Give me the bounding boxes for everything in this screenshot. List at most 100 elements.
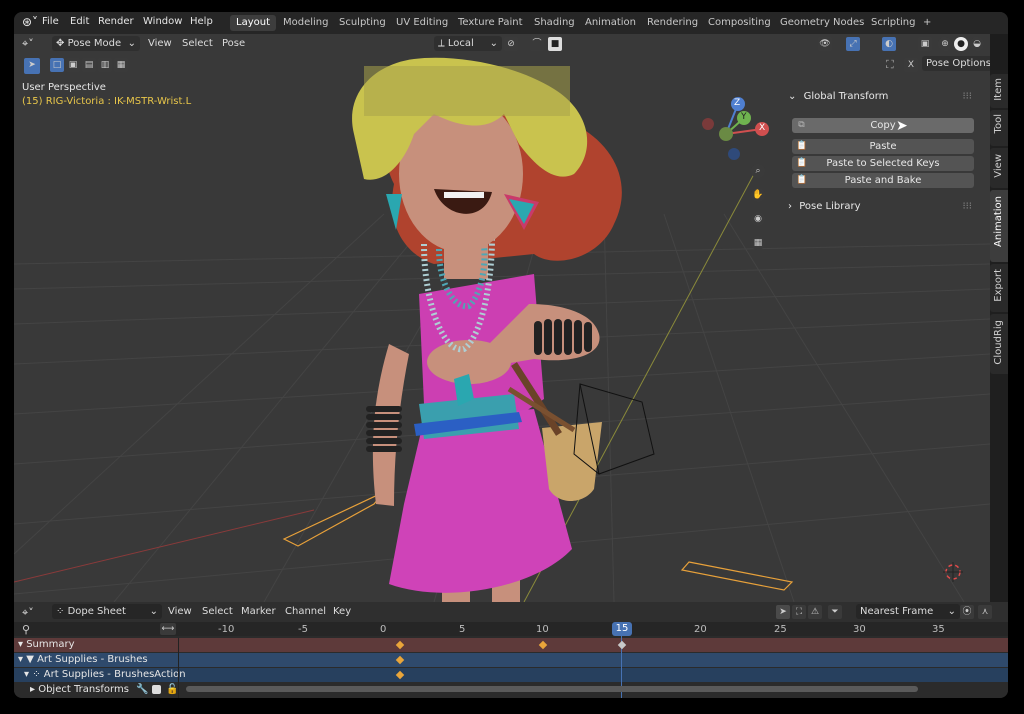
select-invert-icon[interactable]: ▥: [98, 58, 112, 72]
chevron-down-icon: ▾: [18, 654, 27, 665]
snapping-dropdown[interactable]: Nearest Frame ⌄: [856, 604, 960, 619]
select-box-icon[interactable]: ⛶: [792, 605, 806, 619]
filter-icon[interactable]: ⏷: [828, 605, 842, 619]
select-intersect-icon[interactable]: ▦: [114, 58, 128, 72]
sync-icon[interactable]: ⟷: [160, 623, 176, 635]
proportional-icon[interactable]: ■: [548, 37, 562, 51]
menu-channel[interactable]: Channel: [285, 606, 326, 617]
tab-scripting[interactable]: Scripting: [865, 15, 921, 31]
menu-pose[interactable]: Pose: [222, 38, 245, 49]
proportional-edit-icon[interactable]: ⦿: [960, 605, 974, 619]
chevron-right-icon: ▸: [30, 684, 39, 695]
tab-item[interactable]: Item: [990, 74, 1008, 108]
menu-select[interactable]: Select: [182, 38, 213, 49]
tab-sculpting[interactable]: Sculpting: [333, 15, 392, 31]
tab-rendering[interactable]: Rendering: [641, 15, 704, 31]
blender-window: ⊛˅ File Edit Render Window Help Layout M…: [14, 12, 1008, 698]
falloff-icon[interactable]: ⋏: [978, 605, 992, 619]
mode-dropdown[interactable]: ✥ Pose Mode ⌄: [52, 36, 140, 51]
tab-modeling[interactable]: Modeling: [277, 15, 335, 31]
channel-row-action[interactable]: ▾ ⁘ Art Supplies - BrushesAction: [14, 668, 1008, 682]
search-icon[interactable]: ⚲: [22, 623, 30, 636]
menu-edit[interactable]: Edit: [70, 16, 89, 27]
copy-button[interactable]: ⧉ Copy: [792, 118, 974, 133]
menu-file[interactable]: File: [42, 16, 59, 27]
action-icon: ⁘: [32, 669, 44, 680]
wireframe-shading-icon[interactable]: ⊕: [938, 37, 952, 51]
menu-view[interactable]: View: [168, 606, 192, 617]
3d-viewport[interactable]: Z Y X ⌕ ✋ ◉ ▦ ⌖˅ ✥ Pose Mode ⌄ View Selec…: [14, 34, 990, 602]
select-extend-icon[interactable]: ▣: [66, 58, 80, 72]
solid-shading-icon[interactable]: ●: [954, 37, 968, 51]
dope-sheet-editor[interactable]: ⌖˅ ⁘ Dope Sheet ⌄ View Select Marker Chan…: [14, 602, 1008, 698]
blender-logo-icon[interactable]: ⊛˅: [22, 15, 44, 29]
select-subtract-icon[interactable]: ▤: [82, 58, 96, 72]
gizmo-x-label[interactable]: X: [759, 123, 765, 133]
tab-texture-paint[interactable]: Texture Paint: [452, 15, 529, 31]
tab-uv-editing[interactable]: UV Editing: [390, 15, 454, 31]
menu-view[interactable]: View: [148, 38, 172, 49]
dope-sheet-mode-dropdown[interactable]: ⁘ Dope Sheet ⌄: [52, 604, 162, 619]
editor-type-icon[interactable]: ⌖˅: [22, 606, 34, 620]
warning-icon[interactable]: ⚠: [808, 605, 822, 619]
tab-layout[interactable]: Layout: [230, 15, 276, 31]
camera-icon[interactable]: ◉: [751, 212, 765, 226]
overlays-icon[interactable]: ◐: [882, 37, 896, 51]
overlay-icon[interactable]: ⛶: [886, 58, 894, 72]
select-tool-icon[interactable]: ➤: [24, 58, 40, 74]
paste-and-bake-button[interactable]: 📋 Paste and Bake: [792, 173, 974, 188]
paste-button[interactable]: 📋 Paste: [792, 139, 974, 154]
material-shading-icon[interactable]: ◒: [970, 37, 984, 51]
tab-view[interactable]: View: [990, 148, 1008, 188]
menu-window[interactable]: Window: [143, 16, 182, 27]
channel-row-summary[interactable]: ▾ Summary: [14, 638, 1008, 652]
drag-handle-icon[interactable]: ⁝⁝⁝: [962, 88, 972, 106]
global-transform-header[interactable]: ⌄ Global Transform ⁝⁝⁝: [784, 88, 978, 106]
zoom-icon[interactable]: ⌕: [751, 164, 765, 178]
tick-label: 20: [694, 624, 707, 635]
horizontal-scrollbar[interactable]: [186, 686, 918, 692]
xray-icon[interactable]: ▣: [918, 37, 932, 51]
gizmo-y-label[interactable]: Y: [741, 112, 747, 122]
tab-shading[interactable]: Shading: [528, 15, 581, 31]
tab-export[interactable]: Export: [990, 264, 1008, 312]
pose-library-header[interactable]: › Pose Library ⁝⁝⁝: [784, 198, 978, 216]
chevron-down-icon: ▾: [18, 639, 27, 650]
grid-ortho-icon[interactable]: ▦: [751, 236, 765, 250]
close-panel-button[interactable]: X: [904, 58, 918, 72]
tab-animation[interactable]: Animation: [990, 190, 1008, 262]
channel-row-object[interactable]: ▾ ▼ Art Supplies - Brushes: [14, 653, 1008, 667]
select-new-icon[interactable]: □: [50, 58, 64, 72]
select-cursor-icon[interactable]: ➤: [776, 605, 790, 619]
menu-select[interactable]: Select: [202, 606, 233, 617]
visibility-icon[interactable]: 👁: [818, 37, 832, 51]
menu-marker[interactable]: Marker: [241, 606, 276, 617]
tab-cloudrig[interactable]: CloudRig: [990, 314, 1008, 374]
gizmo-toggle-icon[interactable]: ⤢: [846, 37, 860, 51]
lock-icon[interactable]: 🔓: [166, 684, 178, 695]
tab-geometry-nodes[interactable]: Geometry Nodes: [774, 15, 870, 31]
menu-key[interactable]: Key: [333, 606, 351, 617]
tab-tool[interactable]: Tool: [990, 110, 1008, 146]
drag-handle-icon[interactable]: ⁝⁝⁝: [962, 198, 972, 216]
gizmo-z-label[interactable]: Z: [734, 98, 740, 108]
paste-to-selected-keys-button[interactable]: 📋 Paste to Selected Keys: [792, 156, 974, 171]
snap-icon[interactable]: ⌒: [530, 37, 544, 51]
menu-render[interactable]: Render: [98, 16, 134, 27]
dope-sheet-header: ⌖˅ ⁘ Dope Sheet ⌄ View Select Marker Chan…: [14, 602, 1008, 622]
pose-options-dropdown[interactable]: Pose Options⌄: [922, 56, 990, 71]
add-workspace-button[interactable]: +: [917, 15, 937, 31]
channel-region-divider[interactable]: [178, 638, 179, 698]
tab-animation[interactable]: Animation: [579, 15, 642, 31]
checkbox-icon[interactable]: [152, 685, 161, 694]
pivot-icon[interactable]: ⊘: [504, 37, 518, 51]
orientation-dropdown[interactable]: ⟂ Local ⌄: [434, 36, 502, 51]
wrench-icon[interactable]: 🔧: [136, 684, 148, 695]
tick-label: 10: [536, 624, 549, 635]
editor-type-icon[interactable]: ⌖˅: [22, 37, 34, 51]
tab-compositing[interactable]: Compositing: [702, 15, 777, 31]
hand-pan-icon[interactable]: ✋: [751, 188, 765, 202]
chevron-down-icon: ⌄: [947, 606, 956, 617]
menu-help[interactable]: Help: [190, 16, 213, 27]
current-frame-indicator[interactable]: 15: [612, 622, 632, 636]
